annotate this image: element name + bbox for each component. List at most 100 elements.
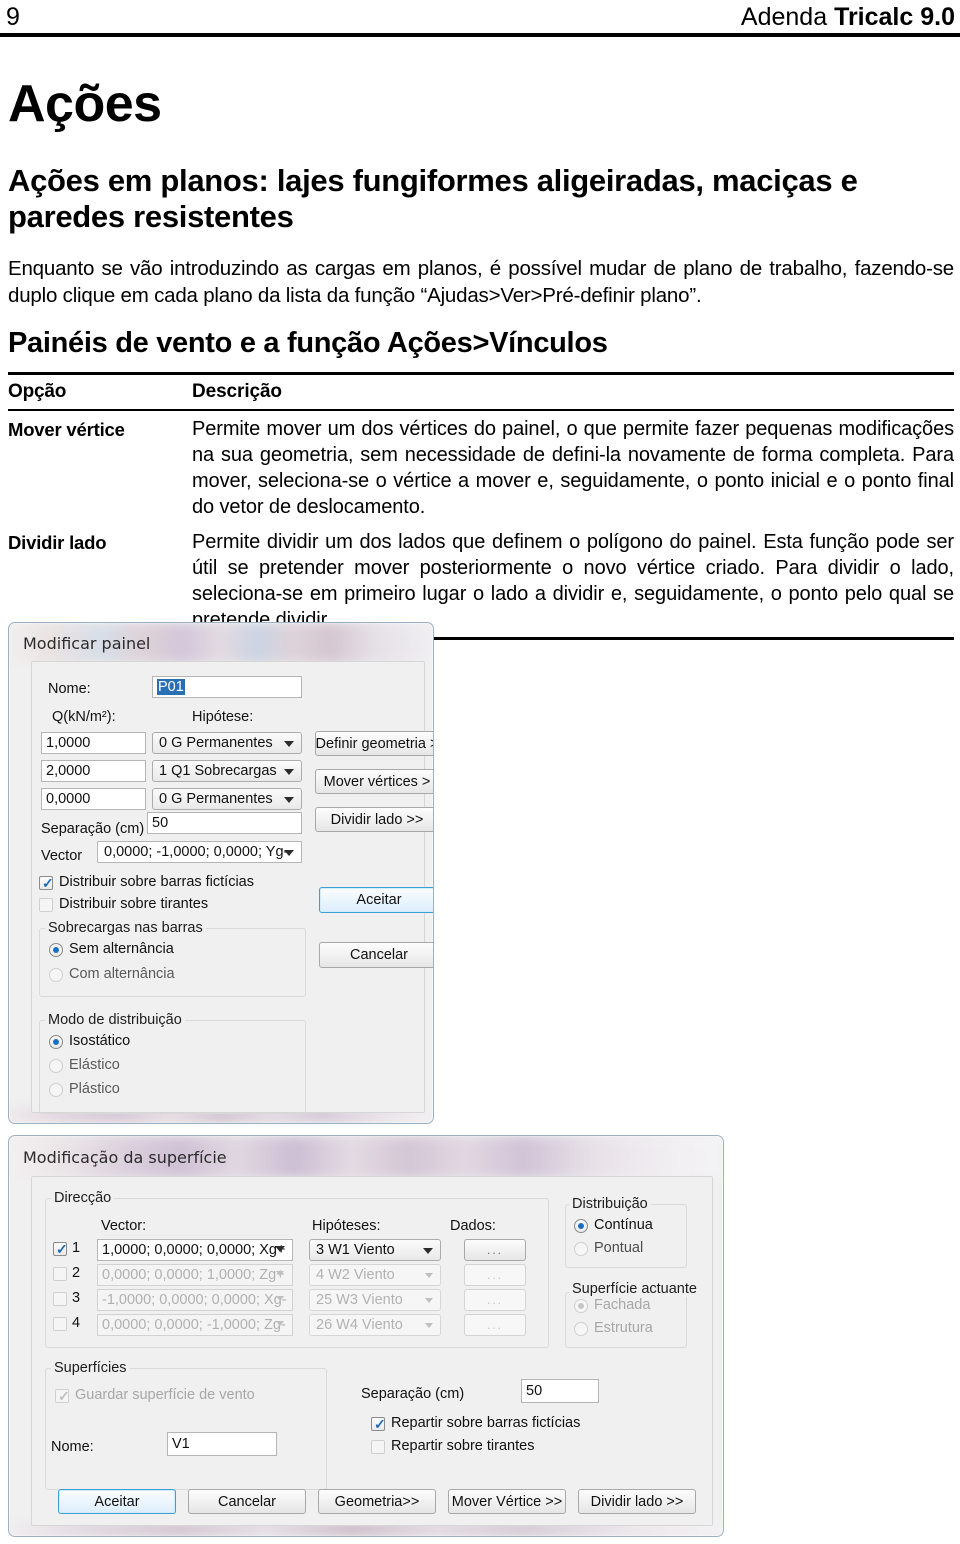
table-cell-option: Mover vértice — [8, 419, 125, 440]
select-hipotese-1-value: 3 W1 Viento — [316, 1242, 395, 1258]
button-mover-vertice[interactable]: Mover Vértice >> — [448, 1489, 566, 1514]
chevron-down-icon — [284, 850, 294, 856]
input-nome[interactable]: P01 — [152, 676, 302, 698]
table-header-row: Opção Descrição — [8, 375, 954, 409]
checkbox-direccao-1[interactable]: ✓ — [53, 1241, 68, 1257]
button-dados-3[interactable]: ... — [464, 1289, 526, 1311]
table-cell-description: Permite dividir um dos lados que definem… — [192, 531, 954, 631]
section-heading: Ações em planos: lajes fungiformes alige… — [8, 163, 858, 234]
page-number: 9 — [6, 3, 20, 31]
check-icon: ✓ — [56, 1241, 68, 1257]
chevron-down-icon — [425, 1298, 433, 1303]
label-continua: Contínua — [594, 1217, 653, 1233]
input-q-1[interactable]: 1,0000 — [41, 732, 146, 754]
chevron-down-icon — [423, 1248, 433, 1254]
dialog1-title: Modificar painel — [23, 634, 151, 653]
button-aceitar[interactable]: Aceitar — [58, 1489, 176, 1514]
input-vector-3[interactable]: -1,0000; 0,0000; 0,0000; Xg- — [97, 1289, 293, 1311]
table-row: Mover vértice Permite mover um dos vérti… — [8, 411, 954, 524]
label-guardar-superficie-vento: Guardar superfície de vento — [75, 1387, 255, 1403]
select-hipotese-1[interactable]: 0 G Permanentes — [152, 732, 302, 754]
label-fachada: Fachada — [594, 1297, 651, 1313]
radio-estrutura[interactable] — [574, 1322, 588, 1336]
group-label-modo: Modo de distribuição — [45, 1012, 185, 1028]
input-vector-2[interactable]: 0,0000; 0,0000; 1,0000; Zg+ — [97, 1264, 293, 1286]
radio-pontual[interactable] — [574, 1242, 588, 1256]
table-cell-option: Dividir lado — [8, 532, 107, 553]
input-q-2[interactable]: 2,0000 — [41, 760, 146, 782]
chevron-down-icon — [275, 1246, 285, 1252]
button-dividir-lado[interactable]: Dividir lado >> — [578, 1489, 696, 1514]
button-geometria[interactable]: Geometria>> — [318, 1489, 436, 1514]
checkbox-guardar-superficie-vento[interactable]: ✓ — [55, 1388, 70, 1404]
checkbox-repartir-tirantes[interactable] — [371, 1440, 385, 1454]
label-pontual: Pontual — [594, 1240, 644, 1256]
select-hipotese-4-value: 26 W4 Viento — [316, 1317, 403, 1333]
chevron-down-icon — [284, 741, 294, 747]
button-definir-geometria[interactable]: Definir geometria > — [315, 731, 433, 756]
input-vector-4[interactable]: 0,0000; 0,0000; -1,0000; Zg- — [97, 1314, 293, 1336]
check-icon: ✓ — [374, 1416, 386, 1432]
label-nome-superficie: Nome: — [51, 1439, 94, 1455]
radio-continua[interactable] — [574, 1219, 588, 1233]
intro-paragraph: Enquanto se vão introduzindo as cargas e… — [8, 257, 954, 307]
label-isostatico: Isostático — [69, 1033, 131, 1049]
button-cancelar[interactable]: Cancelar — [319, 942, 433, 968]
select-hipotese-2[interactable]: 4 W2 Viento — [309, 1264, 441, 1286]
radio-dot-icon — [53, 947, 59, 953]
select-vector[interactable]: 0,0000; -1,0000; 0,0000; Yg- — [97, 841, 302, 863]
button-dados-2[interactable]: ... — [464, 1264, 526, 1286]
label-separacao: Separação (cm) — [41, 821, 145, 837]
check-icon: ✓ — [42, 875, 54, 891]
select-hipotese-3[interactable]: 0 G Permanentes — [152, 788, 302, 810]
button-dados-4[interactable]: ... — [464, 1314, 526, 1336]
group-label-sobrecargas: Sobrecargas nas barras — [45, 920, 206, 936]
button-aceitar[interactable]: Aceitar — [319, 887, 433, 913]
radio-elastico[interactable] — [49, 1059, 63, 1073]
chevron-down-icon — [276, 1271, 284, 1276]
radio-dot-icon — [578, 1223, 584, 1229]
button-cancelar[interactable]: Cancelar — [188, 1489, 306, 1514]
radio-fachada[interactable] — [574, 1299, 588, 1313]
input-nome-superficie[interactable]: V1 — [167, 1432, 277, 1456]
input-separacao-superficie[interactable]: 50 — [521, 1379, 599, 1403]
select-hipotese-4[interactable]: 26 W4 Viento — [309, 1314, 441, 1336]
radio-sem-alternancia[interactable] — [49, 943, 63, 957]
input-q-3[interactable]: 0,0000 — [41, 788, 146, 810]
radio-plastico[interactable] — [49, 1083, 63, 1097]
select-vector-value: 0,0000; -1,0000; 0,0000; Yg- — [104, 844, 289, 860]
group-distribuicao — [565, 1204, 687, 1268]
select-hipotese-3-value: 25 W3 Viento — [316, 1292, 403, 1308]
checkbox-distribuir-tirantes[interactable] — [39, 898, 53, 912]
radio-isostatico[interactable] — [49, 1035, 63, 1049]
chevron-down-icon — [425, 1273, 433, 1278]
table-row: Dividir lado Permite dividir um dos lado… — [8, 524, 954, 637]
group-label-superficie-actuante: Superfície actuante — [569, 1281, 700, 1297]
chevron-down-icon — [284, 769, 294, 775]
check-icon: ✓ — [58, 1388, 70, 1404]
checkbox-repartir-barras-ficticias[interactable]: ✓ — [371, 1416, 386, 1432]
select-hipotese-3[interactable]: 25 W3 Viento — [309, 1289, 441, 1311]
select-hipotese-1[interactable]: 3 W1 Viento — [309, 1239, 441, 1261]
group-label-distribuicao: Distribuição — [569, 1196, 651, 1212]
checkbox-distribuir-barras-ficticias[interactable]: ✓ — [39, 875, 54, 891]
select-hipotese-1-value: 0 G Permanentes — [159, 735, 273, 751]
select-hipotese-2[interactable]: 1 Q1 Sobrecargas — [152, 760, 302, 782]
options-table: Opção Descrição Mover vértice Permite mo… — [8, 372, 954, 640]
label-nome: Nome: — [48, 681, 91, 697]
checkbox-direccao-4[interactable] — [53, 1317, 67, 1331]
button-mover-vertices[interactable]: Mover vértices > — [315, 769, 433, 794]
label-repartir-barras-ficticias: Repartir sobre barras fictícias — [391, 1415, 581, 1431]
button-dados-1[interactable]: ... — [464, 1239, 526, 1261]
group-label-direccao: Direcção — [51, 1190, 115, 1206]
label-plastico: Plástico — [69, 1081, 120, 1097]
label-direccao-index-4: 4 — [72, 1315, 81, 1331]
checkbox-direccao-2[interactable] — [53, 1267, 67, 1281]
label-elastico: Elástico — [69, 1057, 120, 1073]
radio-com-alternancia[interactable] — [49, 968, 63, 982]
button-dividir-lado[interactable]: Dividir lado >> — [315, 807, 433, 832]
input-separacao[interactable]: 50 — [147, 812, 302, 834]
input-vector-1[interactable]: 1,0000; 0,0000; 0,0000; Xg+ — [97, 1239, 293, 1261]
label-hipotese: Hipótese: — [192, 709, 254, 725]
checkbox-direccao-3[interactable] — [53, 1292, 67, 1306]
